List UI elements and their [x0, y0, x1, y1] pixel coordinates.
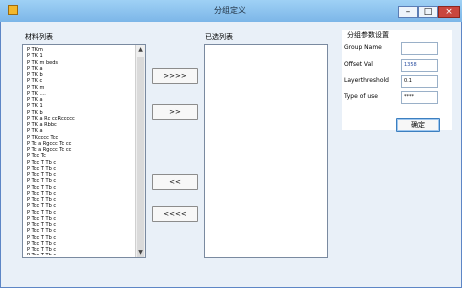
- type-label: Type of use: [344, 93, 378, 100]
- scroll-thumb[interactable]: [137, 57, 144, 257]
- ok-button[interactable]: 确定: [396, 118, 440, 132]
- list-item[interactable]: P Tcc T Tb c: [25, 253, 133, 255]
- params-panel: 分组参数设置 Group Name Offset Val 1358 Layert…: [342, 30, 452, 132]
- scroll-down-icon[interactable]: ▼: [136, 248, 145, 257]
- group-name-label: Group Name: [344, 44, 382, 51]
- group-name-input[interactable]: [401, 42, 438, 55]
- source-listbox[interactable]: P TKm P TK 1P TK m beds P TK aP TK bP TK c…: [22, 44, 146, 258]
- close-button[interactable]: ×: [438, 6, 460, 18]
- layer-threshold-label: Layerthreshold: [344, 77, 389, 84]
- source-list-scrollbar[interactable]: ▲ ▼: [135, 45, 145, 257]
- title-bar[interactable]: 分组定义 – □ ×: [0, 0, 462, 22]
- remove-selected-button[interactable]: <<: [152, 174, 198, 190]
- source-list-items: P TKm P TK 1P TK m beds P TK aP TK bP TK c…: [25, 47, 133, 255]
- scroll-up-icon[interactable]: ▲: [136, 45, 145, 54]
- maximize-button[interactable]: □: [418, 6, 438, 18]
- app-icon: [8, 5, 18, 15]
- params-heading: 分组参数设置: [347, 31, 389, 39]
- add-all-button[interactable]: >>>>: [152, 68, 198, 84]
- window-title: 分组定义: [214, 6, 246, 15]
- selected-listbox[interactable]: [204, 44, 328, 258]
- selected-list-items: [207, 47, 315, 255]
- dialog-window: 分组定义 – □ × 材料列表 P TKm P TK 1P TK m beds P …: [0, 0, 462, 288]
- offset-input[interactable]: 1358: [401, 59, 438, 72]
- add-selected-button[interactable]: >>: [152, 104, 198, 120]
- type-input[interactable]: ****: [401, 91, 438, 104]
- remove-all-button[interactable]: <<<<: [152, 206, 198, 222]
- minimize-button[interactable]: –: [398, 6, 418, 18]
- offset-label: Offset Val: [344, 61, 373, 68]
- right-list-label: 已选列表: [205, 33, 233, 41]
- layer-threshold-input[interactable]: 0.1: [401, 75, 438, 88]
- left-list-label: 材料列表: [25, 33, 53, 41]
